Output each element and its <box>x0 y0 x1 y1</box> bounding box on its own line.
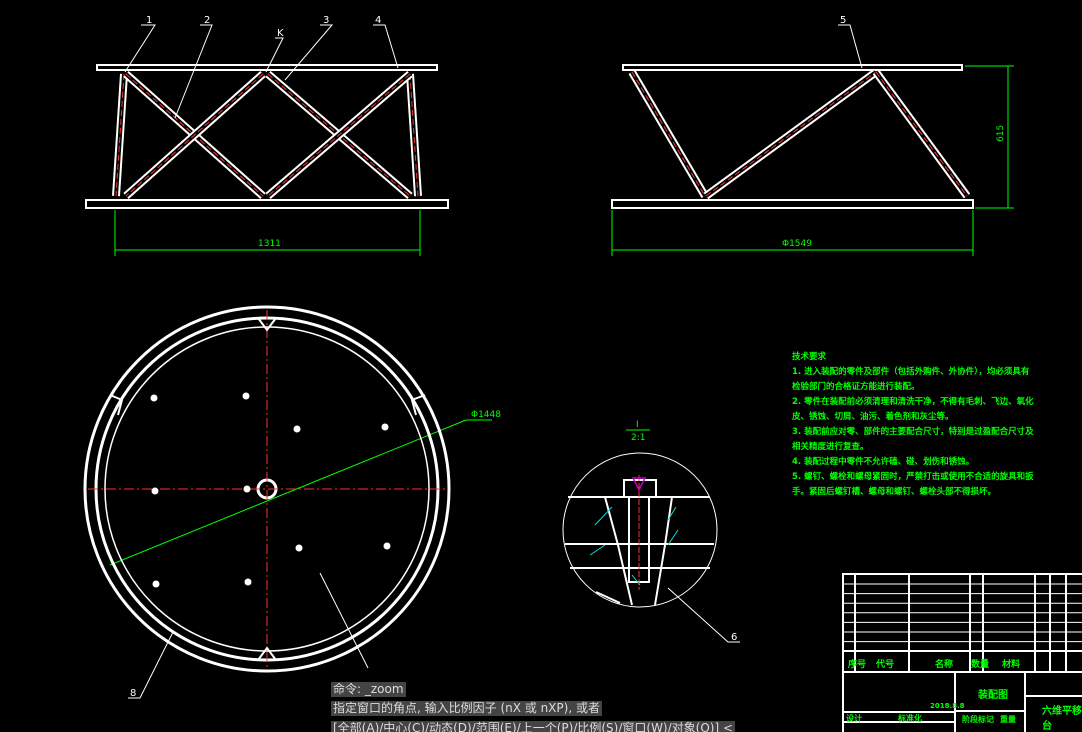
bolt-hole <box>152 580 160 588</box>
tb-header-qty: 数量 <box>971 660 990 670</box>
part-label-4: 4 <box>375 15 381 26</box>
part-label-5: 5 <box>840 15 846 26</box>
tech-title: 技术要求 <box>792 352 827 362</box>
dim-615: 615 <box>996 125 1006 142</box>
part-label-8: 8 <box>130 688 136 699</box>
dim-phi1549: Φ1549 <box>782 239 812 249</box>
legs <box>112 70 422 200</box>
bolt-hole <box>151 487 159 495</box>
part-label-3: 3 <box>323 15 329 26</box>
leaders <box>124 24 863 699</box>
tb-weight: 重量 <box>1000 715 1016 724</box>
dim-phi1448: Φ1448 <box>471 410 501 420</box>
part-label-2: 2 <box>204 15 210 26</box>
tb-drawing-title: 六维平移台 <box>1042 706 1082 732</box>
command-history-2: 指定窗口的角点, 输入比例因子 (nX 或 nXP), 或者 <box>331 701 602 716</box>
legs <box>628 68 971 200</box>
bolt-hole <box>150 394 158 402</box>
tb-stage: 阶段标记 <box>962 715 994 724</box>
bolt-hole <box>244 578 252 586</box>
command-history-1: 命令: _zoom <box>331 682 406 697</box>
base-plate <box>85 199 449 209</box>
bolt-hole <box>383 542 391 550</box>
part-label-k: K <box>277 28 284 39</box>
detail-scale: 2:1 <box>631 433 645 443</box>
bolt-hole <box>295 544 303 552</box>
side-view <box>611 64 974 209</box>
bolt-hole <box>242 392 250 400</box>
tech-item-3: 3. 装配前应对零、部件的主要配合尺寸，特别是过盈配合尺寸及相关精度进行复查。 <box>792 427 1034 452</box>
tech-item-1: 1. 进入装配的零件及部件（包括外购件、外协件），均必须具有检验部门的合格证方能… <box>792 367 1030 392</box>
detail-view <box>562 429 718 608</box>
tb-header-name: 名称 <box>935 660 954 670</box>
dim-1311: 1311 <box>258 239 281 249</box>
top-view <box>83 305 451 673</box>
base-plate <box>611 199 974 209</box>
bolt-hole <box>381 423 389 431</box>
tb-header-no: 序号 <box>848 660 867 670</box>
part-label-6: 6 <box>731 632 737 643</box>
tb-header-code: 代号 <box>876 660 895 670</box>
command-prompt[interactable]: [全部(A)/中心(C)/动态(D)/范围(E)/上一个(P)/比例(S)/窗口… <box>331 721 736 732</box>
tech-item-5: 5. 螺钉、螺栓和螺母紧固时，严禁打击或使用不合适的旋具和扳手。紧固后螺钉槽、螺… <box>792 472 1034 497</box>
front-view <box>85 64 449 209</box>
tb-drawing-type: 装配图 <box>978 690 1008 701</box>
top-plate <box>622 64 963 71</box>
detail-name: I <box>636 420 639 430</box>
tech-item-4: 4. 装配过程中零件不允许磕、碰、划伤和锈蚀。 <box>792 457 975 467</box>
part-label-1: 1 <box>146 15 152 26</box>
tech-item-2: 2. 零件在装配前必须清理和清洗干净，不得有毛刺、飞边、氧化皮、锈蚀、切屑、油污… <box>792 397 1034 422</box>
tb-date: 2018.8.8 <box>930 702 965 710</box>
tb-header-material: 材料 <box>1002 660 1021 670</box>
leg-strut <box>875 71 968 197</box>
tb-designer: 设计 <box>846 714 862 723</box>
bolt-hole <box>293 425 301 433</box>
technical-requirements: 技术要求 1. 进入装配的零件及部件（包括外购件、外协件），均必须具有检验部门的… <box>792 350 1037 500</box>
bolt-hole <box>243 485 251 493</box>
cad-canvas[interactable]: 1 2 K 3 4 5 6 8 1311 Φ1549 615 Φ1448 I 2… <box>0 0 1082 732</box>
tb-standardize: 标准化 <box>898 714 922 723</box>
